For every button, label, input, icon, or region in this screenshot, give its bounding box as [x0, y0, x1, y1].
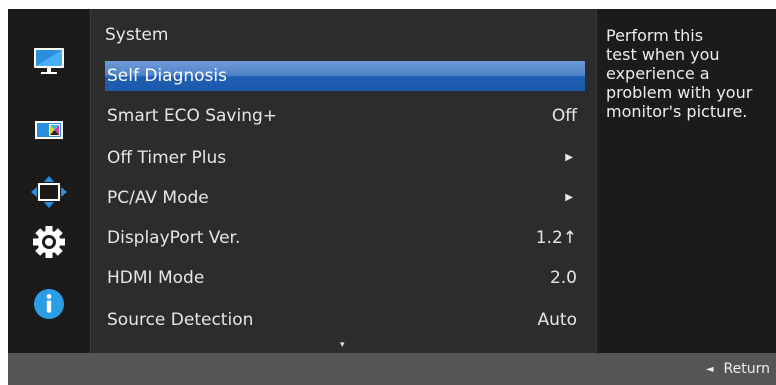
menu-item-label: HDMI Mode [107, 268, 205, 288]
menu-item-label: PC/AV Mode [107, 188, 209, 208]
menu-item-label: DisplayPort Ver. [107, 228, 241, 248]
menu-item-displayport-ver[interactable]: DisplayPort Ver. 1.2↑ [105, 223, 585, 253]
menu-item-hdmi-mode[interactable]: HDMI Mode 2.0 [105, 263, 585, 293]
menu-item-value: Auto [537, 310, 577, 330]
menu-item-source-detection[interactable]: Source Detection Auto [105, 305, 585, 335]
help-line: Perform this [606, 26, 704, 45]
menu-item-label: Off Timer Plus [107, 148, 227, 168]
help-line: test when you [606, 45, 720, 64]
help-line: monitor's picture. [606, 102, 748, 121]
help-line: experience a [606, 64, 710, 83]
menu-item-value: 1.2↑ [535, 228, 577, 248]
menu-item-pc-av-mode[interactable]: PC/AV Mode ▶ [105, 183, 585, 213]
menu-item-self-diagnosis[interactable]: Self Diagnosis [105, 61, 585, 91]
menu-item-label: Smart ECO Saving+ [107, 106, 278, 126]
menu-item-label: Source Detection [107, 310, 254, 330]
submenu-arrow-icon: ▶ [565, 192, 573, 203]
scroll-down-icon[interactable]: ▾ [340, 340, 345, 350]
menu-item-smart-eco-saving[interactable]: Smart ECO Saving+ Off [105, 101, 585, 131]
information-icon[interactable] [30, 287, 68, 321]
help-line: problem with your [606, 83, 753, 102]
system-gear-icon[interactable] [30, 225, 68, 259]
panel-title: System [105, 25, 169, 45]
menu-item-label: Self Diagnosis [107, 66, 227, 86]
help-description: Perform this test when you experience a … [606, 26, 772, 121]
return-label: Return [723, 361, 770, 377]
return-arrow-icon: ◄ [705, 364, 714, 375]
menu-item-off-timer-plus[interactable]: Off Timer Plus ▶ [105, 143, 585, 173]
menu-item-value: Off [551, 106, 577, 126]
sidebar [8, 9, 90, 340]
return-button[interactable]: ◄ Return [706, 361, 770, 377]
bottom-bar [8, 353, 776, 385]
submenu-arrow-icon: ▶ [565, 152, 573, 163]
color-monitor-icon[interactable] [30, 113, 68, 147]
position-arrows-icon[interactable] [30, 175, 68, 209]
system-menu-panel: System Self Diagnosis Smart ECO Saving+ … [90, 9, 597, 353]
picture-monitor-icon[interactable] [30, 45, 68, 79]
menu-item-value: 2.0 [549, 268, 577, 288]
